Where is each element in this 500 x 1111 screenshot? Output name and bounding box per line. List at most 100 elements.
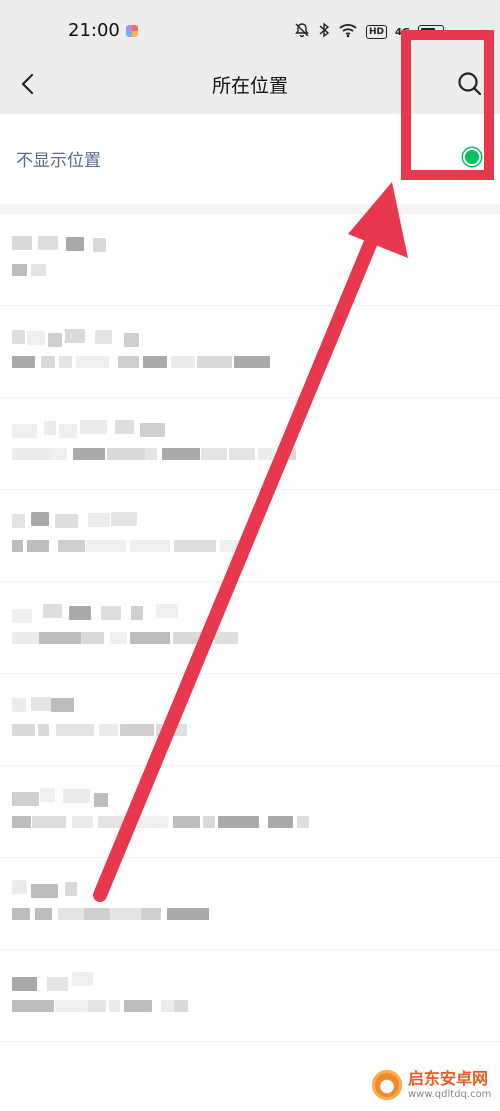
location-item[interactable] <box>0 950 500 1042</box>
location-name-redacted <box>12 236 32 250</box>
location-address-redacted <box>76 356 109 368</box>
location-address-redacted <box>35 908 52 920</box>
location-address-redacted <box>124 1000 152 1012</box>
location-address-redacted <box>55 1000 88 1012</box>
bluetooth-icon <box>318 22 330 42</box>
location-address-redacted <box>52 448 67 460</box>
location-address-redacted <box>167 908 209 920</box>
location-address-redacted <box>56 724 94 736</box>
location-address-redacted <box>234 356 270 368</box>
location-address-redacted <box>98 816 127 828</box>
status-bar: 21:00 HD 4G <box>0 0 500 58</box>
location-address-redacted <box>197 356 232 368</box>
location-address-redacted <box>12 724 35 736</box>
location-item[interactable] <box>0 306 500 398</box>
location-address-redacted <box>32 816 66 828</box>
location-address-redacted <box>109 1000 120 1012</box>
location-address-redacted <box>214 632 238 644</box>
location-address-redacted <box>58 908 84 920</box>
location-address-redacted <box>174 540 216 552</box>
search-icon <box>458 72 482 96</box>
location-address-redacted <box>156 724 187 736</box>
location-name-redacted <box>12 698 26 712</box>
location-address-redacted <box>39 632 81 644</box>
location-address-redacted <box>130 632 170 644</box>
location-name-redacted <box>140 423 165 437</box>
location-name-redacted <box>12 792 39 806</box>
location-address-redacted <box>229 448 255 460</box>
app-notification-icon <box>126 25 138 37</box>
location-address-redacted <box>258 448 275 460</box>
location-address-redacted <box>218 816 259 828</box>
location-name-redacted <box>55 514 78 528</box>
location-name-redacted <box>40 788 55 802</box>
page-title: 所在位置 <box>211 75 288 97</box>
signal-4g-icon: 4G <box>395 26 411 38</box>
location-name-redacted <box>27 331 45 345</box>
location-item[interactable] <box>0 674 500 766</box>
location-name-redacted <box>66 237 84 251</box>
location-name-redacted <box>12 609 32 623</box>
location-address-redacted <box>174 1000 188 1012</box>
location-address-redacted <box>161 1000 174 1012</box>
selected-radio-icon <box>463 148 481 166</box>
location-address-redacted <box>81 632 104 644</box>
location-address-redacted <box>99 724 118 736</box>
location-item[interactable] <box>0 214 500 306</box>
location-address-redacted <box>86 540 126 552</box>
location-address-redacted <box>73 448 105 460</box>
location-name-redacted <box>12 977 37 991</box>
location-name-redacted <box>48 333 62 347</box>
location-address-redacted <box>162 448 200 460</box>
location-item[interactable] <box>0 490 500 582</box>
location-name-redacted <box>93 238 106 252</box>
location-name-redacted <box>12 424 37 438</box>
location-name-redacted <box>12 880 27 894</box>
no-location-option[interactable]: 不显示位置 <box>0 114 500 204</box>
location-address-redacted <box>84 908 110 920</box>
location-name-redacted <box>69 606 91 620</box>
location-address-redacted <box>141 908 161 920</box>
location-item[interactable] <box>0 398 500 490</box>
location-address-redacted <box>173 816 200 828</box>
location-name-redacted <box>115 420 134 434</box>
location-name-redacted <box>72 972 93 986</box>
watermark-title: 启东安卓网 <box>408 1068 489 1088</box>
location-name-redacted <box>31 697 51 711</box>
location-address-redacted <box>143 356 167 368</box>
location-address-redacted <box>201 448 227 460</box>
location-address-redacted <box>41 356 55 368</box>
location-address-redacted <box>171 356 195 368</box>
location-name-redacted <box>65 329 85 343</box>
location-address-redacted <box>130 540 170 552</box>
status-icons: HD 4G <box>294 22 445 42</box>
location-name-redacted <box>51 698 74 712</box>
location-address-redacted <box>27 540 49 552</box>
location-address-redacted <box>58 540 85 552</box>
location-address-redacted <box>173 632 211 644</box>
location-address-redacted <box>12 816 31 828</box>
location-address-redacted <box>110 632 127 644</box>
location-address-redacted <box>268 816 293 828</box>
location-name-redacted <box>65 882 77 896</box>
nav-bar: 所在位置 <box>0 58 500 114</box>
location-name-redacted <box>12 514 25 528</box>
location-name-redacted <box>131 606 143 620</box>
watermark-logo-icon <box>372 1070 402 1100</box>
location-address-redacted <box>12 356 35 368</box>
location-name-redacted <box>31 512 49 526</box>
location-address-redacted <box>282 448 296 460</box>
location-address-redacted <box>12 632 39 644</box>
location-item[interactable] <box>0 582 500 674</box>
hd-icon: HD <box>366 25 388 39</box>
location-name-redacted <box>124 333 139 347</box>
location-address-redacted <box>12 264 27 276</box>
search-button[interactable] <box>455 69 485 99</box>
location-name-redacted <box>88 513 110 527</box>
location-name-redacted <box>38 236 58 250</box>
wifi-icon <box>338 22 358 42</box>
location-item[interactable] <box>0 858 500 950</box>
location-address-redacted <box>12 908 30 920</box>
location-item[interactable] <box>0 766 500 858</box>
location-address-redacted <box>110 908 141 920</box>
